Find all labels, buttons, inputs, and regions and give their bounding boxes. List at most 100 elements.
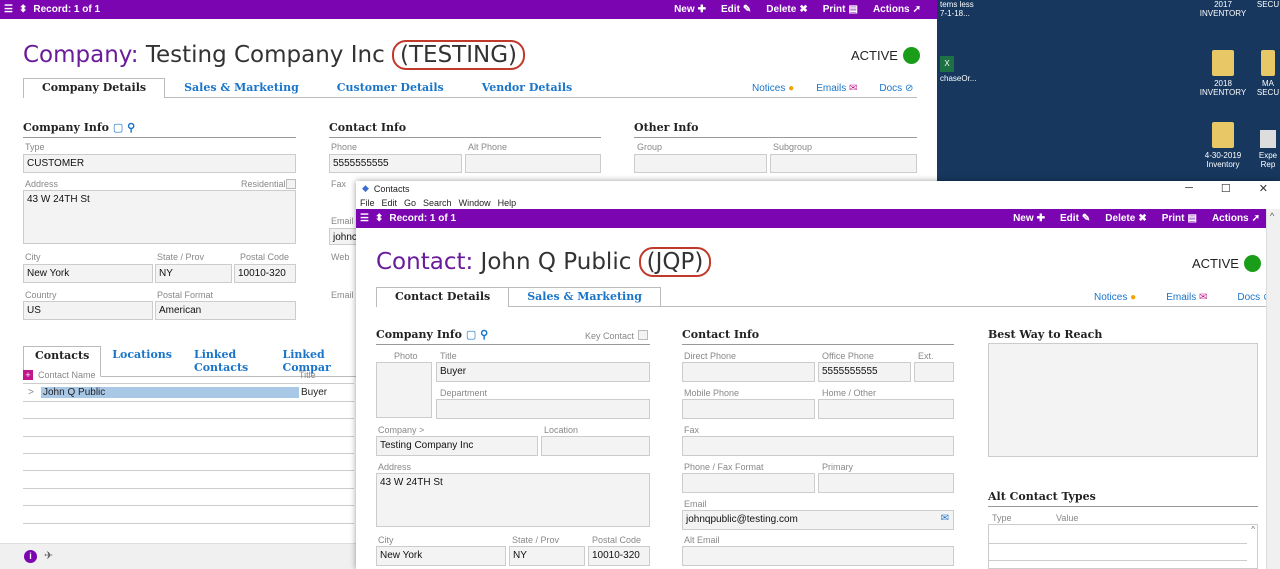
best-way-field[interactable]: [988, 343, 1258, 457]
fax-field[interactable]: [682, 436, 954, 456]
close-button[interactable]: ✕: [1259, 182, 1268, 195]
desktop-file-items-less[interactable]: tems less 7-1-18...: [940, 0, 980, 18]
window-title: Contacts: [373, 183, 410, 194]
home-field[interactable]: [818, 399, 954, 419]
window-scrollbar[interactable]: ^: [1266, 209, 1280, 569]
type-field[interactable]: CUSTOMER: [23, 154, 296, 173]
contacts-window: ◆ Contacts ─ ☐ ✕ File Edit Go Search Win…: [356, 181, 1280, 569]
postal-format-field[interactable]: American: [155, 301, 296, 320]
tab-company-details[interactable]: Company Details: [23, 78, 166, 98]
scroll-up-icon[interactable]: ^: [1251, 525, 1255, 534]
country-field[interactable]: US: [23, 301, 153, 320]
desktop-folder-ma-security[interactable]: MA SECU: [1256, 50, 1280, 97]
primary-label: Primary: [822, 462, 853, 472]
tab-sales-marketing[interactable]: Sales & Marketing: [165, 78, 318, 97]
record-counter: Record: 1 of 1: [389, 213, 457, 224]
state-field[interactable]: NY: [155, 264, 232, 283]
direct-phone-field[interactable]: [682, 362, 815, 382]
pin-icon[interactable]: ✈: [44, 549, 53, 562]
office-phone-field[interactable]: 5555555555: [818, 362, 911, 382]
photo-box[interactable]: [376, 362, 432, 418]
delete-button[interactable]: Delete ✖: [1105, 213, 1146, 224]
subgroup-field[interactable]: [770, 154, 917, 173]
address-field[interactable]: 43 W 24TH St: [376, 473, 650, 527]
notices-link[interactable]: Notices ●: [1094, 292, 1136, 303]
print-button[interactable]: Print ▤: [823, 4, 858, 15]
row-expand-icon[interactable]: >: [23, 387, 41, 398]
alert-icon: ●: [788, 83, 795, 94]
table-row[interactable]: > John Q Public Buyer: [23, 384, 354, 402]
delete-button[interactable]: Delete ✖: [766, 4, 807, 15]
tab-customer-details[interactable]: Customer Details: [318, 78, 463, 97]
notices-link[interactable]: Notices ●: [752, 83, 794, 94]
tab-contact-details[interactable]: Contact Details: [376, 287, 510, 307]
home-label: Home / Other: [822, 388, 877, 398]
residential-checkbox[interactable]: [286, 179, 296, 189]
alt-phone-field[interactable]: [465, 154, 601, 173]
ext-field[interactable]: [914, 362, 954, 382]
company-label[interactable]: Company >: [378, 425, 424, 435]
alt-email-field[interactable]: [682, 546, 954, 566]
location-field[interactable]: [541, 436, 650, 456]
info-icon[interactable]: i: [24, 550, 37, 563]
primary-field[interactable]: [818, 473, 954, 493]
edit-button[interactable]: Edit ✎: [721, 4, 751, 15]
tab-vendor-details[interactable]: Vendor Details: [463, 78, 591, 97]
format-field[interactable]: [682, 473, 815, 493]
menu-file[interactable]: File: [360, 198, 375, 208]
phone-field[interactable]: 5555555555: [329, 154, 462, 173]
menu-search[interactable]: Search: [423, 198, 452, 208]
desktop-folder-2017-inventory[interactable]: 2017 INVENTORY: [1195, 0, 1251, 18]
desktop-file-expense-report[interactable]: Expe Rep: [1256, 130, 1280, 169]
new-button[interactable]: New ✚: [674, 4, 706, 15]
desktop-folder-security[interactable]: SECU: [1256, 0, 1280, 9]
new-button[interactable]: New ✚: [1013, 213, 1045, 224]
clipboard-icon[interactable]: ▢: [466, 328, 476, 341]
maximize-button[interactable]: ☐: [1221, 182, 1231, 195]
menu-go[interactable]: Go: [404, 198, 416, 208]
print-button[interactable]: Print ▤: [1162, 213, 1197, 224]
mobile-field[interactable]: [682, 399, 815, 419]
menu-icon[interactable]: ☰: [360, 213, 369, 224]
postal-field[interactable]: 10010-320: [234, 264, 296, 283]
emails-link[interactable]: Emails ✉: [816, 83, 857, 94]
scroll-up-arrow-icon[interactable]: ^: [1270, 211, 1274, 221]
tab-sales-marketing[interactable]: Sales & Marketing: [509, 287, 661, 306]
emails-link[interactable]: Emails ✉: [1166, 292, 1207, 303]
send-email-icon[interactable]: ✉: [941, 513, 949, 524]
arrow-icon: ➚: [1251, 213, 1260, 224]
menu-help[interactable]: Help: [498, 198, 517, 208]
edit-button[interactable]: Edit ✎: [1060, 213, 1090, 224]
table-row: [23, 506, 354, 524]
key-contact-checkbox[interactable]: [638, 330, 648, 340]
add-contact-icon[interactable]: +: [23, 370, 33, 381]
company-field[interactable]: Testing Company Inc: [376, 436, 538, 456]
actions-button[interactable]: Actions ➚: [873, 4, 921, 15]
department-field[interactable]: [436, 399, 650, 419]
alt-contact-types-grid[interactable]: ^: [988, 524, 1258, 569]
city-field[interactable]: New York: [376, 546, 506, 566]
record-nav-icon[interactable]: ⬍: [19, 4, 27, 15]
city-field[interactable]: New York: [23, 264, 153, 283]
status-badge: ACTIVE: [1192, 255, 1261, 272]
docs-link[interactable]: Docs ⊘: [879, 83, 913, 94]
map-pin-icon[interactable]: ⚲: [480, 328, 488, 341]
desktop-folder-2018-inventory[interactable]: 2018 INVENTORY: [1195, 50, 1251, 97]
email-field[interactable]: johnqpublic@testing.com ✉: [682, 510, 954, 530]
menu-edit[interactable]: Edit: [382, 198, 398, 208]
group-field[interactable]: [634, 154, 767, 173]
map-pin-icon[interactable]: ⚲: [127, 121, 135, 134]
address-field[interactable]: 43 W 24TH St: [23, 190, 296, 244]
minimize-button[interactable]: ─: [1185, 182, 1193, 195]
title-field[interactable]: Buyer: [436, 362, 650, 382]
record-nav-icon[interactable]: ⬍: [375, 213, 383, 224]
actions-button[interactable]: Actions ➚: [1212, 213, 1260, 224]
state-field[interactable]: NY: [509, 546, 585, 566]
format-label: Phone / Fax Format: [684, 462, 764, 472]
postal-field[interactable]: 10010-320: [588, 546, 650, 566]
menu-icon[interactable]: ☰: [4, 4, 13, 15]
desktop-folder-4-30-2019-inventory[interactable]: 4-30-2019 Inventory: [1195, 122, 1251, 169]
desktop-file-purchase-order[interactable]: X chaseOr...: [940, 56, 980, 83]
clipboard-icon[interactable]: ▢: [113, 121, 123, 134]
menu-window[interactable]: Window: [459, 198, 491, 208]
